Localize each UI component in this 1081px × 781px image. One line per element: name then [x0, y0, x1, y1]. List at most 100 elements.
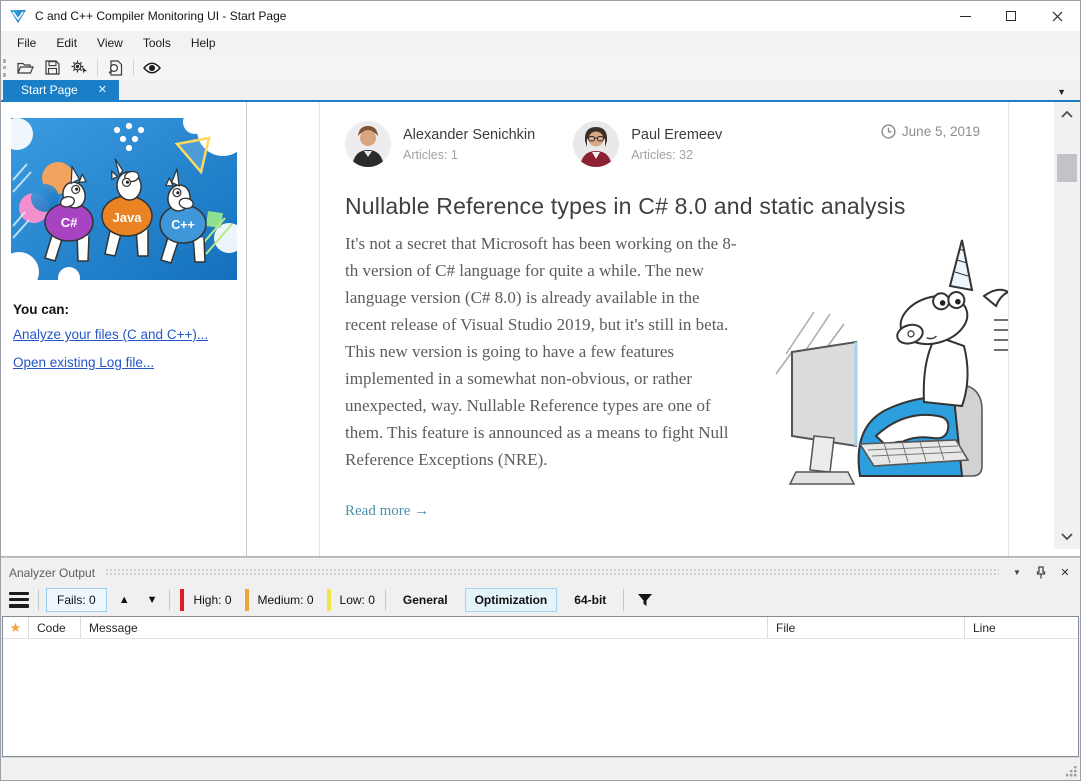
- minimize-icon: [960, 16, 971, 17]
- window-controls: [942, 1, 1080, 31]
- scroll-down-button[interactable]: [1054, 524, 1080, 549]
- high-filter-button[interactable]: High: 0: [180, 589, 231, 611]
- menu-file[interactable]: File: [7, 32, 46, 54]
- column-header-line[interactable]: Line: [965, 617, 1078, 638]
- analyzer-output-panel: Analyzer Output ▼ ✕ Fails: 0 ▲ ▼ High: 0…: [1, 557, 1080, 757]
- messages-table-body[interactable]: [3, 639, 1078, 756]
- author-articles-count: Articles: 1: [403, 148, 535, 162]
- analyze-files-button[interactable]: [104, 57, 127, 78]
- avatar-alexander: [345, 121, 391, 167]
- panel-title: Analyzer Output: [9, 566, 95, 580]
- star-icon: ★: [10, 620, 22, 636]
- main-area: C# Java: [1, 102, 1080, 557]
- eye-icon: [143, 62, 161, 74]
- scrollbar-column: [1054, 102, 1080, 556]
- low-filter-button[interactable]: Low: 0: [327, 589, 375, 611]
- general-toggle-button[interactable]: General: [393, 588, 458, 612]
- tab-bar: Start Page ✕ ▼: [1, 80, 1080, 100]
- status-bar: [1, 757, 1080, 780]
- title-bar: C and C++ Compiler Monitoring UI - Start…: [1, 1, 1080, 31]
- shirt-label-csharp: C#: [61, 215, 78, 230]
- main-toolbar: [1, 55, 1080, 80]
- menu-help[interactable]: Help: [181, 32, 226, 54]
- content-scrollbar[interactable]: [1054, 102, 1080, 549]
- open-folder-icon: [17, 61, 34, 75]
- tab-label: Start Page: [21, 83, 78, 97]
- read-more-link[interactable]: Read more →: [345, 503, 429, 520]
- start-page-content: Alexander Senichkin Articles: 1: [247, 102, 1054, 556]
- maximize-icon: [1006, 11, 1016, 21]
- publish-date-text: June 5, 2019: [902, 124, 980, 139]
- tab-start-page[interactable]: Start Page ✕: [3, 80, 119, 100]
- toolbar-separator: [169, 589, 170, 611]
- clock-icon: [881, 124, 896, 139]
- menu-bar: File Edit View Tools Help: [1, 31, 1080, 55]
- column-header-file[interactable]: File: [768, 617, 965, 638]
- medium-filter-button[interactable]: Medium: 0: [245, 589, 314, 611]
- column-header-message[interactable]: Message: [81, 617, 768, 638]
- panel-drag-texture[interactable]: [105, 568, 999, 577]
- menu-edit[interactable]: Edit: [46, 32, 87, 54]
- pin-icon[interactable]: [1033, 566, 1049, 580]
- toolbar-grip[interactable]: [3, 59, 7, 77]
- close-button[interactable]: [1034, 1, 1080, 31]
- fails-filter-button[interactable]: Fails: 0: [46, 588, 107, 612]
- analyze-files-link[interactable]: Analyze your files (C and C++)...: [13, 327, 237, 342]
- medium-severity-bar-icon: [245, 589, 249, 611]
- article-body-row: It's not a secret that Microsoft has bee…: [345, 230, 1008, 490]
- sidebar-heading: You can:: [13, 302, 237, 317]
- toolbar-separator: [38, 589, 39, 611]
- author-articles-count: Articles: 32: [631, 148, 722, 162]
- prev-message-button[interactable]: ▲: [114, 592, 135, 608]
- filter-button[interactable]: [631, 591, 659, 609]
- analyze-document-icon: [108, 60, 123, 76]
- messages-grid: ★ Code Message File Line: [2, 616, 1079, 757]
- toolbar-separator: [623, 589, 624, 611]
- panel-close-icon[interactable]: ✕: [1057, 566, 1073, 580]
- monitoring-button[interactable]: [140, 57, 163, 78]
- tab-close-icon[interactable]: ✕: [98, 85, 107, 96]
- maximize-button[interactable]: [988, 1, 1034, 31]
- menu-tools[interactable]: Tools: [133, 32, 181, 54]
- resize-grip[interactable]: [1064, 764, 1078, 778]
- chevron-down-icon: [1061, 533, 1073, 540]
- toolbar-separator: [133, 59, 134, 76]
- article-meta-row: Alexander Senichkin Articles: 1: [345, 121, 1008, 167]
- grid-header-row: ★ Code Message File Line: [3, 617, 1078, 639]
- window-position-dropdown-icon[interactable]: ▼: [1009, 566, 1025, 580]
- app-window: { "window": { "title": "C and C++ Compil…: [0, 0, 1081, 781]
- unicorn-computer-illustration: [756, 232, 1008, 490]
- 64bit-toggle-button[interactable]: 64-bit: [564, 588, 616, 612]
- low-severity-bar-icon: [327, 589, 331, 611]
- avatar-paul: [573, 121, 619, 167]
- next-message-button[interactable]: ▼: [142, 592, 163, 608]
- chevron-up-icon: [1061, 111, 1073, 118]
- shirt-label-java: Java: [113, 210, 143, 225]
- optimization-toggle-button[interactable]: Optimization: [465, 588, 558, 612]
- minimize-button[interactable]: [942, 1, 988, 31]
- menu-icon[interactable]: [7, 592, 31, 608]
- scroll-up-button[interactable]: [1054, 102, 1080, 127]
- settings-gears-icon: [71, 60, 88, 75]
- toolbar-separator: [385, 589, 386, 611]
- favorites-column-header[interactable]: ★: [3, 617, 29, 638]
- window-title: C and C++ Compiler Monitoring UI - Start…: [35, 9, 286, 23]
- tab-list-dropdown-icon[interactable]: ▼: [1057, 87, 1066, 97]
- open-file-button[interactable]: [14, 57, 37, 78]
- save-icon: [45, 60, 60, 75]
- save-log-button[interactable]: [41, 57, 64, 78]
- analyzer-panel-header: Analyzer Output ▼ ✕: [1, 562, 1080, 583]
- open-log-link[interactable]: Open existing Log file...: [13, 355, 237, 370]
- author-2: Paul Eremeev Articles: 32: [573, 121, 722, 167]
- article-card: Alexander Senichkin Articles: 1: [319, 102, 1009, 556]
- menu-view[interactable]: View: [87, 32, 133, 54]
- shirt-label-cpp: C++: [171, 218, 195, 232]
- article-title: Nullable Reference types in C# 8.0 and s…: [345, 193, 1008, 220]
- scrollbar-thumb[interactable]: [1057, 154, 1077, 182]
- article-excerpt: It's not a secret that Microsoft has bee…: [345, 230, 744, 490]
- close-icon: [1052, 11, 1063, 22]
- toolbar-separator: [97, 59, 98, 76]
- author-1: Alexander Senichkin Articles: 1: [345, 121, 535, 167]
- column-header-code[interactable]: Code: [29, 617, 81, 638]
- settings-button[interactable]: [68, 57, 91, 78]
